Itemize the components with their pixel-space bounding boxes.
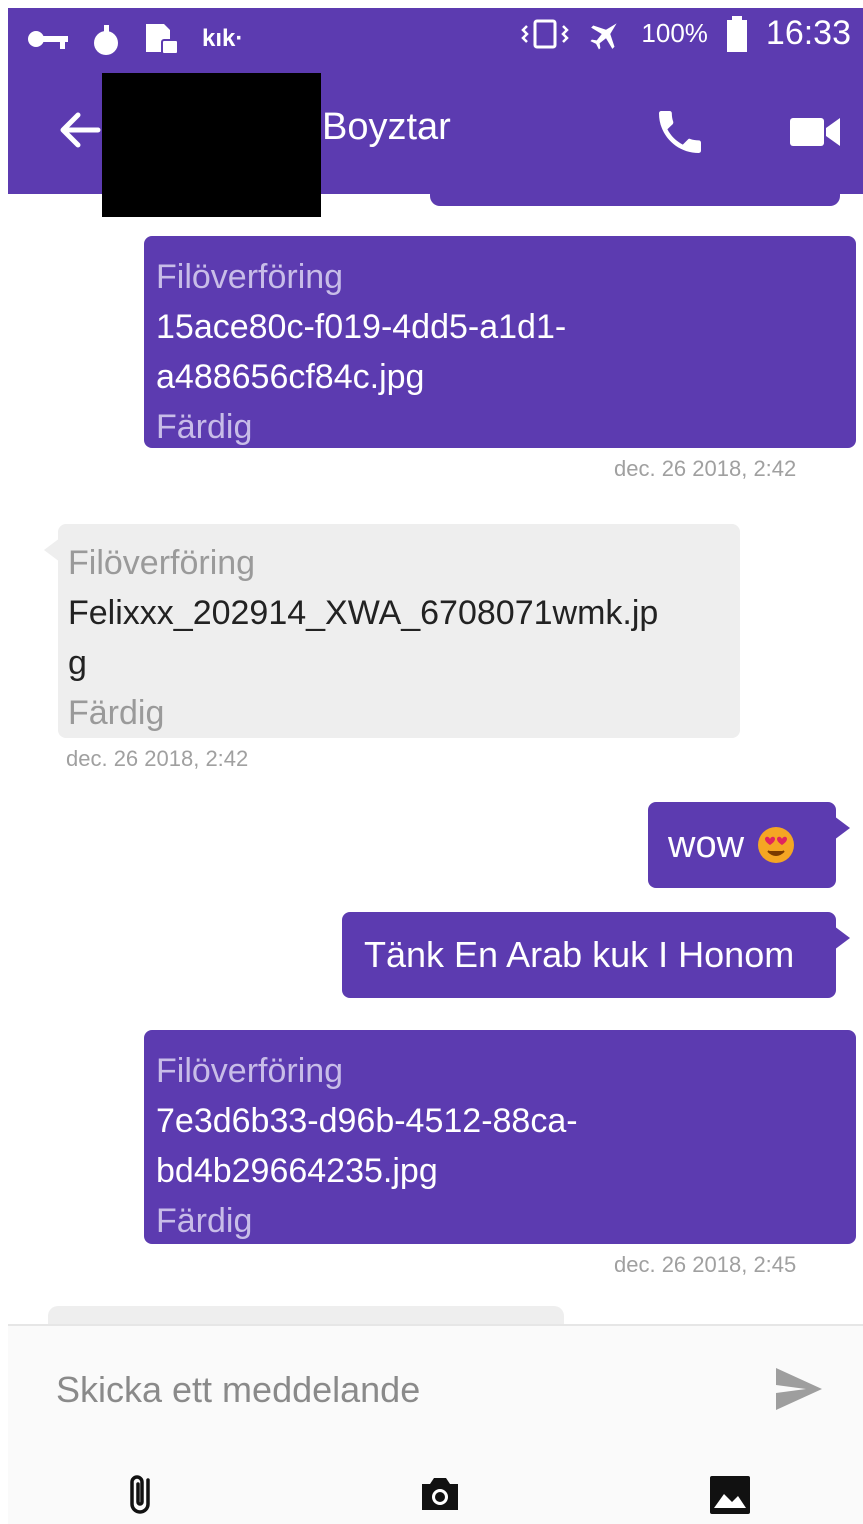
message-timestamp: dec. 26 2018, 2:42: [66, 746, 249, 771]
video-camera-icon[interactable]: [788, 114, 842, 150]
file-transfer-label: Filöverföring: [68, 544, 256, 582]
battery-icon: [726, 15, 747, 52]
file-transfer-label: Filöverföring: [156, 1052, 344, 1090]
redaction-box: [102, 73, 321, 217]
gallery-icon[interactable]: [706, 1470, 754, 1518]
bomb-icon: [94, 25, 118, 55]
camera-icon[interactable]: [416, 1470, 464, 1518]
contact-name[interactable]: Boyztar: [322, 106, 451, 149]
clock: 16:33: [765, 14, 851, 52]
file-name: Felixxx_202914_XWA_6708071wmk.jp: [68, 594, 659, 632]
heart-eyes-emoji-icon: [758, 827, 795, 863]
battery-percentage: 100%: [641, 18, 708, 48]
status-bar: kık· 100% 16:33: [8, 8, 863, 66]
attach-icon[interactable]: [118, 1470, 166, 1518]
file-name: 15ace80c-f019-4dd5-a1d1-: [156, 308, 567, 346]
text-message-bubble[interactable]: wow: [648, 802, 850, 888]
key-icon: [28, 31, 68, 49]
file-status: Färdig: [68, 694, 165, 732]
file-status: Färdig: [156, 1202, 253, 1240]
kik-notification: kık·: [202, 25, 244, 52]
file-transfer-bubble[interactable]: Filöverföring 7e3d6b33-d96b-4512-88ca- b…: [144, 1030, 856, 1244]
file-status: Färdig: [156, 408, 253, 446]
back-arrow-icon[interactable]: [58, 108, 102, 152]
file-transfer-bubble[interactable]: Filöverföring 15ace80c-f019-4dd5-a1d1- a…: [144, 236, 856, 448]
file-name-continued: g: [68, 644, 87, 682]
next-message-bubble[interactable]: [48, 1306, 564, 1326]
file-transfer-label: Filöverföring: [156, 258, 344, 296]
message-timestamp: dec. 26 2018, 2:45: [614, 1252, 797, 1277]
message-text: Tänk En Arab kuk I Honom: [364, 934, 795, 975]
message-text: wow: [668, 823, 745, 866]
vibrate-icon: [521, 19, 570, 48]
file-name: 7e3d6b33-d96b-4512-88ca-: [156, 1102, 578, 1140]
text-message-bubble[interactable]: Tänk En Arab kuk I Honom: [342, 912, 850, 998]
message-timestamp: dec. 26 2018, 2:42: [614, 456, 797, 481]
file-transfer-bubble[interactable]: Filöverföring Felixxx_202914_XWA_6708071…: [44, 524, 740, 738]
airplane-icon: [590, 22, 618, 50]
phone-icon[interactable]: [652, 104, 708, 160]
previous-message-bubble[interactable]: [430, 180, 840, 206]
sim-lock-icon: [146, 24, 179, 55]
send-icon[interactable]: [774, 1366, 824, 1412]
message-input[interactable]: [56, 1362, 736, 1418]
file-name-continued: a488656cf84c.jpg: [156, 358, 425, 396]
file-name-continued: bd4b29664235.jpg: [156, 1152, 438, 1190]
